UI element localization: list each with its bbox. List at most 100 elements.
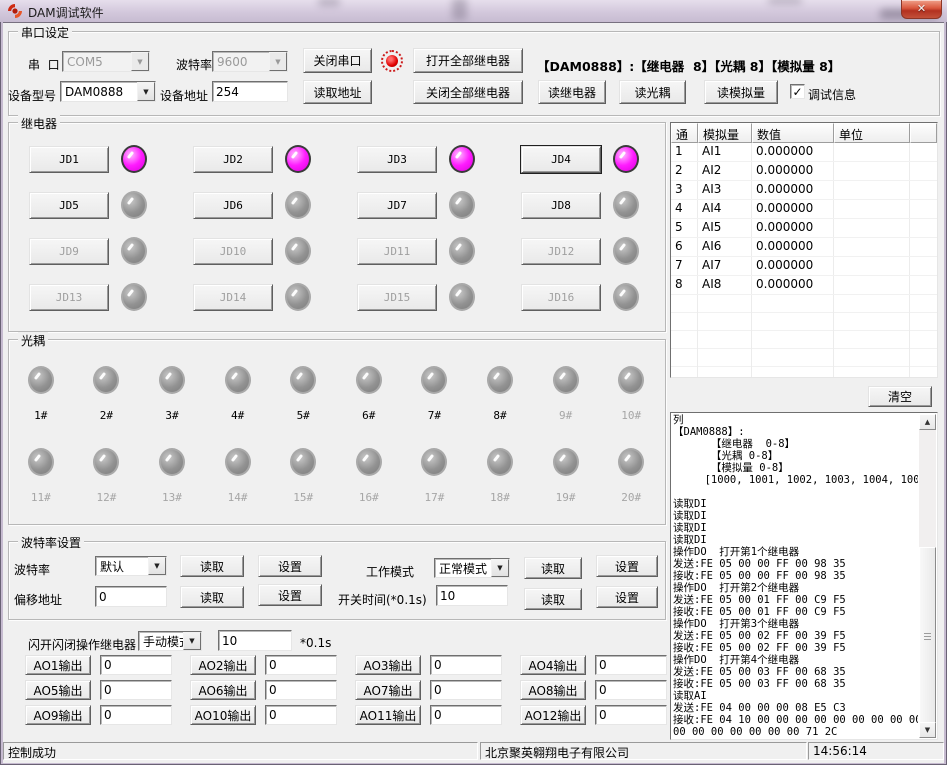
com-port-select[interactable]: COM5 ▼ [62,51,150,72]
workmode-read-button[interactable]: 读取 [524,557,582,579]
relay-button[interactable]: JD9 [29,238,109,265]
chevron-down-icon[interactable]: ▼ [269,52,287,71]
titlebar[interactable]: DAM调试软件 ✕ [0,0,947,22]
ao-output-button[interactable]: AO11输出 [355,705,421,725]
close-all-relays-button[interactable]: 关闭全部继电器 [413,80,523,104]
scroll-up-button[interactable]: ▲ [919,414,936,430]
open-all-relays-button[interactable]: 打开全部继电器 [413,48,523,73]
ao-output-input[interactable] [100,680,172,700]
ao-output-button[interactable]: AO12输出 [520,705,586,725]
table-header-cell[interactable]: 单位 [834,123,910,143]
scrollbar-thumb[interactable] [919,547,936,725]
log-line: 发送:FE 05 00 03 FF 00 68 35 [673,666,918,678]
ao-output-input[interactable] [430,655,502,675]
ao-output-button[interactable]: AO7输出 [355,680,421,700]
ao-output-button[interactable]: AO9输出 [25,705,91,725]
relay-button[interactable]: JD11 [357,238,437,265]
ao-output-input[interactable] [430,705,502,725]
baudrate-set-button[interactable]: 设置 [258,555,322,577]
relay-button[interactable]: JD1 [29,146,109,173]
ao-output-button[interactable]: AO1输出 [25,655,91,675]
ao-output-input[interactable] [595,680,667,700]
debug-info-checkbox[interactable]: ✓ [790,84,805,99]
relay-button[interactable]: JD6 [193,192,273,219]
device-model-select[interactable]: DAM0888 ▼ [60,81,156,102]
close-port-button[interactable]: 关闭串口 [303,48,372,73]
relay-button[interactable]: JD12 [521,238,601,265]
ao-output-button[interactable]: AO8输出 [520,680,586,700]
ao-output-input[interactable] [595,655,667,675]
workmode-set-button[interactable]: 设置 [596,555,658,577]
read-analog-button[interactable]: 读模拟量 [704,80,778,104]
ao-cell: AO1输出 [25,655,190,680]
log-scrollbar[interactable]: ▲ ▼ [919,414,936,738]
ao-output-button[interactable]: AO10输出 [190,705,256,725]
ao-output-input[interactable] [100,655,172,675]
flash-time-input[interactable] [218,630,292,651]
table-row[interactable]: 8 AI8 0.000000 [671,276,937,295]
table-row[interactable]: 5 AI5 0.000000 [671,219,937,238]
ao-output-button[interactable]: AO3输出 [355,655,421,675]
opto-cell: 12# [74,448,140,504]
chevron-down-icon[interactable]: ▼ [491,559,509,577]
read-address-button[interactable]: 读取地址 [303,80,372,104]
table-header-cell[interactable]: 数值 [752,123,834,143]
relay-button[interactable]: JD4 [521,146,601,173]
read-relays-button[interactable]: 读继电器 [538,80,606,104]
opto-led-indicator [618,448,644,476]
scroll-down-button[interactable]: ▼ [919,722,936,738]
relay-button[interactable]: JD3 [357,146,437,173]
relay-button[interactable]: JD7 [357,192,437,219]
debug-log-area[interactable]: 列【DAM0888】: 【继电器 0-8】 【光耦 0-8】 【模拟量 0-8】… [670,412,938,740]
ao-output-button[interactable]: AO5输出 [25,680,91,700]
table-row[interactable]: 3 AI3 0.000000 [671,181,937,200]
table-row[interactable]: 2 AI2 0.000000 [671,162,937,181]
offset-address-input[interactable] [95,586,167,607]
baudrate-select[interactable]: 9600 ▼ [212,51,288,72]
relay-button[interactable]: JD15 [357,284,437,311]
ao-output-input[interactable] [100,705,172,725]
workmode-select[interactable]: 正常模式 ▼ [434,558,510,578]
baudrate-read-button[interactable]: 读取 [180,555,244,577]
close-button[interactable]: ✕ [901,0,942,19]
chevron-down-icon[interactable]: ▼ [183,632,201,650]
baudrate-setting-select[interactable]: 默认 ▼ [95,556,167,576]
offset-read-button[interactable]: 读取 [180,586,244,608]
offset-set-button[interactable]: 设置 [258,584,322,606]
relay-button[interactable]: JD14 [193,284,273,311]
relay-button[interactable]: JD16 [521,284,601,311]
table-header-cell[interactable]: 模拟量 [698,123,752,143]
read-opto-button[interactable]: 读光耦 [619,80,686,104]
relay-button[interactable]: JD5 [29,192,109,219]
flash-mode-select[interactable]: 手动模式 ▼ [138,631,202,651]
ao-cell: AO9输出 [25,705,190,730]
chevron-down-icon[interactable]: ▼ [148,557,166,575]
table-row[interactable]: 1 AI1 0.000000 [671,143,937,162]
switch-time-set-button[interactable]: 设置 [596,586,658,608]
switch-time-input[interactable] [436,585,508,606]
ao-output-input[interactable] [430,680,502,700]
relay-button[interactable]: JD13 [29,284,109,311]
ao-output-input[interactable] [595,705,667,725]
ao-output-input[interactable] [265,680,337,700]
relay-button[interactable]: JD10 [193,238,273,265]
ao-output-button[interactable]: AO6输出 [190,680,256,700]
device-address-input[interactable] [212,81,288,102]
table-header-cell[interactable] [910,123,937,143]
relay-button[interactable]: JD8 [521,192,601,219]
table-row[interactable]: 6 AI6 0.000000 [671,238,937,257]
ao-output-input[interactable] [265,655,337,675]
flash-relay-label: 闪开闪闭操作继电器 [28,636,136,653]
table-row[interactable]: 7 AI7 0.000000 [671,257,937,276]
chevron-down-icon[interactable]: ▼ [137,82,155,101]
ao-output-input[interactable] [265,705,337,725]
switch-time-read-button[interactable]: 读取 [524,588,582,610]
chevron-down-icon[interactable]: ▼ [131,52,149,71]
serial-group-title: 串口设定 [18,24,72,41]
ao-output-button[interactable]: AO4输出 [520,655,586,675]
table-row[interactable]: 4 AI4 0.000000 [671,200,937,219]
table-header-cell[interactable]: 通 [671,123,698,143]
clear-log-button[interactable]: 清空 [868,386,932,407]
relay-button[interactable]: JD2 [193,146,273,173]
ao-output-button[interactable]: AO2输出 [190,655,256,675]
